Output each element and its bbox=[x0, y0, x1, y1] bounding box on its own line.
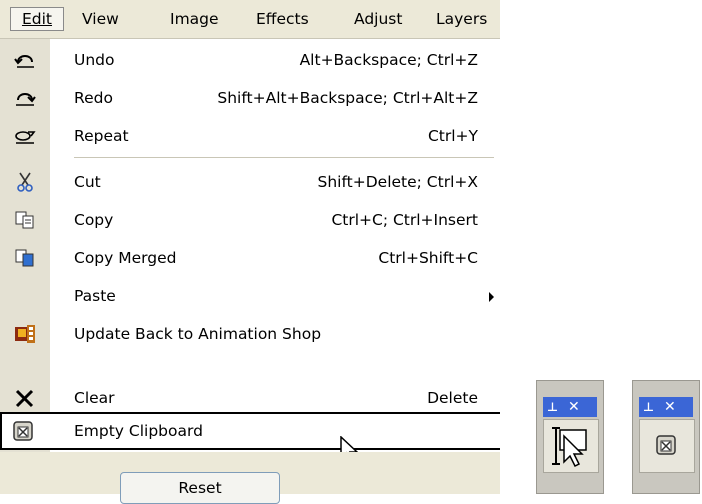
menu-item-label: Clear bbox=[74, 389, 115, 407]
menu-adjust-label: Adjust bbox=[354, 10, 403, 28]
reset-button[interactable]: Reset bbox=[120, 472, 280, 504]
menu-item-label: Cut bbox=[74, 173, 101, 191]
docked-panel-left: ⊥ ✕ bbox=[536, 380, 604, 494]
menu-item-shortcut: Ctrl+Shift+C bbox=[378, 249, 478, 267]
submenu-arrow-icon bbox=[489, 292, 494, 302]
menu-item-label: Redo bbox=[74, 89, 113, 107]
menu-effects-label: Effects bbox=[256, 10, 309, 28]
scissors-icon bbox=[17, 172, 33, 192]
menu-item-copy-merged[interactable]: Copy Merged Ctrl+Shift+C bbox=[0, 239, 500, 277]
close-icon[interactable]: ✕ bbox=[568, 399, 580, 415]
menu-item-repeat[interactable]: Repeat Ctrl+Y bbox=[0, 117, 500, 155]
copy-icon bbox=[15, 211, 34, 229]
menu-item-shortcut: Ctrl+C; Ctrl+Insert bbox=[331, 211, 478, 229]
empty-clipboard-icon bbox=[656, 435, 676, 455]
select-cursor-icon bbox=[552, 427, 587, 468]
menu-item-label: Copy Merged bbox=[74, 249, 177, 267]
panel-content bbox=[543, 419, 599, 473]
menu-item-empty-clipboard[interactable]: Empty Clipboard bbox=[0, 412, 500, 465]
menu-item-update-animation-shop[interactable]: Update Back to Animation Shop bbox=[0, 315, 500, 353]
redo-icon bbox=[16, 93, 36, 106]
menu-item-label: Empty Clipboard bbox=[74, 422, 203, 440]
empty-clipboard-icon bbox=[13, 421, 33, 441]
menu-image[interactable]: Image bbox=[170, 8, 219, 30]
menu-edit-label: Edit bbox=[21, 10, 53, 28]
menu-item-label: Undo bbox=[74, 51, 115, 69]
menu-item-label: Paste bbox=[74, 287, 116, 305]
pin-icon[interactable]: ⊥ bbox=[547, 400, 558, 414]
close-icon[interactable]: ✕ bbox=[664, 399, 676, 415]
repeat-icon bbox=[15, 131, 36, 144]
menu-layers[interactable]: Layers bbox=[436, 8, 487, 30]
copy-merged-icon bbox=[15, 249, 34, 267]
menu-item-undo[interactable]: Undo Alt+Backspace; Ctrl+Z bbox=[0, 41, 500, 79]
menu-item-label: Repeat bbox=[74, 127, 129, 145]
menu-view[interactable]: View bbox=[82, 8, 119, 30]
menu-edit[interactable]: Edit bbox=[10, 7, 64, 31]
panel-content bbox=[639, 419, 695, 473]
menu-item-shortcut: Shift+Delete; Ctrl+X bbox=[317, 173, 478, 191]
undo-icon bbox=[14, 55, 34, 68]
menu-item-shortcut: Ctrl+Y bbox=[427, 127, 478, 145]
menu-item-shortcut: Shift+Alt+Backspace; Ctrl+Alt+Z bbox=[217, 89, 478, 107]
menu-item-paste[interactable]: Paste bbox=[0, 277, 500, 315]
menu-bar: Edit View Image Effects Adjust Layers bbox=[0, 0, 500, 39]
edit-dropdown-menu: Undo Alt+Backspace; Ctrl+Z Redo Shift+Al… bbox=[0, 39, 500, 494]
menu-item-shortcut: Alt+Backspace; Ctrl+Z bbox=[299, 51, 478, 69]
menu-image-label: Image bbox=[170, 10, 219, 28]
menu-item-cut[interactable]: Cut Shift+Delete; Ctrl+X bbox=[0, 163, 500, 201]
animation-shop-icon bbox=[15, 325, 35, 343]
clear-x-icon bbox=[15, 389, 34, 408]
menu-view-label: View bbox=[82, 10, 119, 28]
docked-panel-right: ⊥ ✕ bbox=[632, 380, 700, 494]
menu-item-shortcut: Delete bbox=[427, 389, 478, 407]
menu-adjust[interactable]: Adjust bbox=[354, 8, 402, 30]
menu-layers-label: Layers bbox=[436, 10, 488, 28]
window-background: Reset bbox=[0, 452, 500, 504]
menu-effects[interactable]: Effects bbox=[256, 8, 309, 30]
pin-icon[interactable]: ⊥ bbox=[643, 400, 654, 414]
menu-item-label: Copy bbox=[74, 211, 114, 229]
menu-item-redo[interactable]: Redo Shift+Alt+Backspace; Ctrl+Alt+Z bbox=[0, 79, 500, 117]
menu-item-label: Update Back to Animation Shop bbox=[74, 325, 322, 343]
menu-item-copy[interactable]: Copy Ctrl+C; Ctrl+Insert bbox=[0, 201, 500, 239]
menu-separator bbox=[74, 157, 494, 158]
